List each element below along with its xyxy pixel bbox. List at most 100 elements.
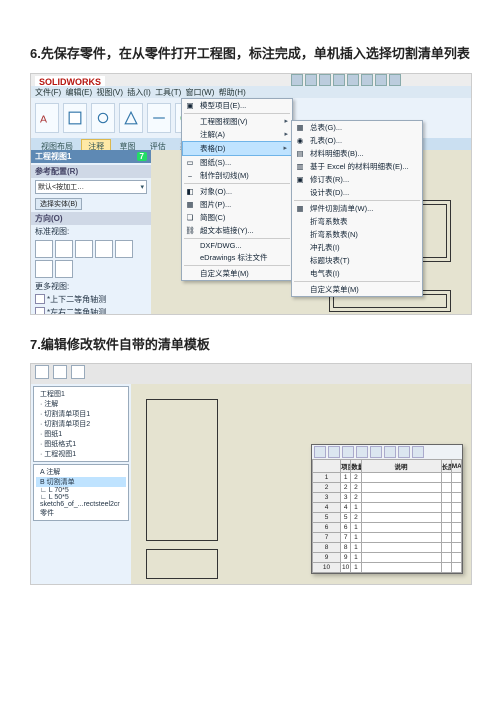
cutlist-table[interactable]: 项目号数量说明长度MATERIAL11222233244155266177188… xyxy=(312,459,462,573)
table-icon: ▦ xyxy=(294,122,306,134)
mi-object[interactable]: ◧对象(O)... xyxy=(182,185,292,198)
mi-hole-table[interactable]: ◉孔表(O)... xyxy=(292,134,422,147)
mi-titleblock-table[interactable]: 标题块表(T) xyxy=(292,254,422,267)
view-orient-btn[interactable] xyxy=(55,240,73,258)
mi-bend-table[interactable]: 折弯系数表 xyxy=(292,215,422,228)
menu-window[interactable]: 窗口(W) xyxy=(186,88,215,97)
tree-node[interactable]: 零件 xyxy=(36,508,126,518)
mi-picture[interactable]: ▦图片(P)... xyxy=(182,198,292,211)
mi-annotation[interactable]: 注解(A)▸ xyxy=(182,128,292,141)
tree-node[interactable]: · 切割清单项目2 xyxy=(36,419,126,429)
step6-heading: 6.先保存零件，在从零件打开工程图，标注完成，单机插入选择切割清单列表 xyxy=(30,40,470,69)
mi-bend-table-n[interactable]: 折弯系数表(N) xyxy=(292,228,422,241)
tree-node[interactable]: 工程图1 xyxy=(36,389,126,399)
ribbon-btn[interactable] xyxy=(147,103,171,133)
mi-bom[interactable]: ▤材料明细表(B)... xyxy=(292,147,422,160)
qat-icon[interactable] xyxy=(389,74,401,86)
mi-customize[interactable]: 自定义菜单(M) xyxy=(182,267,292,280)
feature-tree-panel: 工程图1 · 注解 · 切割清单项目1 · 切割清单项目2 · 图纸1 · 图纸… xyxy=(31,384,132,584)
tbl-btn[interactable] xyxy=(384,446,396,458)
tree-node[interactable]: · 切割清单项目1 xyxy=(36,409,126,419)
qat-icon[interactable] xyxy=(361,74,373,86)
mi-weldment-cutlist[interactable]: ▦焊件切割清单(W)... xyxy=(292,202,422,215)
tree-node[interactable]: A 注解 xyxy=(36,467,126,477)
qat-icon[interactable] xyxy=(333,74,345,86)
mi-revision-table[interactable]: ▣修订表(R)... xyxy=(292,173,422,186)
mi-edrawings[interactable]: eDrawings 标注文件 xyxy=(182,251,292,264)
mi-punch-table[interactable]: 冲孔表(I) xyxy=(292,241,422,254)
screenshot-1: SOLIDWORKS 文件(F) 编辑(E) 视图(V) 插入(I) 工具(T)… xyxy=(30,73,472,315)
tree-node[interactable]: sketch6_of_...rectsteel2cr xyxy=(36,501,126,508)
insert-menu: ▣模型项目(E)... 工程图视图(V)▸ 注解(A)▸ 表格(D)▸ ▭图纸(… xyxy=(181,98,293,281)
view-orient-btn[interactable] xyxy=(55,260,73,278)
view-orient-btn[interactable] xyxy=(115,240,133,258)
tbl-btn[interactable] xyxy=(328,446,340,458)
mi-drawing-view[interactable]: 工程图视图(V)▸ xyxy=(182,115,292,128)
tree-node[interactable]: · 图纸1 xyxy=(36,429,126,439)
toolbar xyxy=(31,364,471,384)
drawing-canvas-2[interactable]: 项目号数量说明长度MATERIAL11222233244155266177188… xyxy=(131,384,471,584)
menu-file[interactable]: 文件(F) xyxy=(35,88,61,97)
tbl-btn[interactable] xyxy=(356,446,368,458)
picture-icon: ▦ xyxy=(184,199,196,211)
ribbon-btn[interactable] xyxy=(63,103,87,133)
mi-design-table[interactable]: 设计表(D)... xyxy=(292,186,422,199)
tbl-btn[interactable] xyxy=(342,446,354,458)
feature-tree-2[interactable]: A 注解 B 切割清单 ∟ L 70*5 ∟ L 50*5 sketch6_of… xyxy=(33,464,129,521)
cutlist-table-window[interactable]: 项目号数量说明长度MATERIAL11222233244155266177188… xyxy=(311,444,463,574)
chevron-right-icon: ▸ xyxy=(283,144,287,152)
ribbon-btn[interactable]: A xyxy=(35,103,59,133)
menu-tools[interactable]: 工具(T) xyxy=(155,88,181,97)
tree-node[interactable]: · 图纸格式1 xyxy=(36,439,126,449)
tree-node-selected[interactable]: B 切割清单 xyxy=(36,477,126,487)
tree-node[interactable]: · 注解 xyxy=(36,399,126,409)
qat-icon[interactable] xyxy=(291,74,303,86)
mi-section-line[interactable]: ⎯制作剖切线(M) xyxy=(182,169,292,182)
mi-sheet[interactable]: ▭图纸(S)... xyxy=(182,156,292,169)
tbl-btn[interactable] xyxy=(398,446,410,458)
mi-general-table[interactable]: ▦总表(G)... xyxy=(292,121,422,134)
menu-edit[interactable]: 编辑(E) xyxy=(65,88,92,97)
toolbar-btn[interactable] xyxy=(71,365,85,379)
hole-icon: ◉ xyxy=(294,135,306,147)
tbl-btn[interactable] xyxy=(370,446,382,458)
view-orient-btn[interactable] xyxy=(95,240,113,258)
menu-help[interactable]: 帮助(H) xyxy=(219,88,246,97)
tree-node[interactable]: ∟ L 50*5 xyxy=(36,494,126,501)
mi-model-items[interactable]: ▣模型项目(E)... xyxy=(182,99,292,112)
ribbon-btn[interactable] xyxy=(119,103,143,133)
qat-icon[interactable] xyxy=(319,74,331,86)
toolbar-btn[interactable] xyxy=(53,365,67,379)
tree-node[interactable]: ∟ L 70*5 xyxy=(36,487,126,494)
menu-insert[interactable]: 插入(I) xyxy=(127,88,151,97)
view-orient-btn[interactable] xyxy=(75,240,93,258)
tbl-btn[interactable] xyxy=(412,446,424,458)
mi-schematic[interactable]: ❏简图(C) xyxy=(182,211,292,224)
chevron-down-icon: ▾ xyxy=(140,183,144,191)
mi-electrical-table[interactable]: 电气表(I) xyxy=(292,267,422,280)
menu-view[interactable]: 视图(V) xyxy=(96,88,123,97)
qat-icon[interactable] xyxy=(305,74,317,86)
feature-tree[interactable]: 工程图1 · 注解 · 切割清单项目1 · 切割清单项目2 · 图纸1 · 图纸… xyxy=(33,386,129,462)
mi-dxf[interactable]: DXF/DWG... xyxy=(182,240,292,251)
qat-icon[interactable] xyxy=(347,74,359,86)
mi-hyperlink[interactable]: ⛓超文本链接(Y)... xyxy=(182,224,292,237)
excel-icon: ▥ xyxy=(294,161,306,173)
table-toolbar xyxy=(312,445,462,460)
tree-node[interactable]: · 工程视图1 xyxy=(36,449,126,459)
ribbon-btn[interactable] xyxy=(91,103,115,133)
mi-customize2[interactable]: 自定义菜单(M) xyxy=(292,283,422,296)
more-view-option[interactable]: *上下二等角轴测 xyxy=(31,293,151,306)
select-bodies-button[interactable]: 选择实体(B) xyxy=(35,198,82,210)
view-orient-btn[interactable] xyxy=(35,260,53,278)
mi-excel-bom[interactable]: ▥基于 Excel 的材料明细表(E)... xyxy=(292,160,422,173)
toolbar-btn[interactable] xyxy=(35,365,49,379)
mi-tables[interactable]: 表格(D)▸ xyxy=(182,141,292,156)
more-view-option[interactable]: *左右二等角轴测 xyxy=(31,306,151,315)
tbl-btn[interactable] xyxy=(314,446,326,458)
more-view-label: *上下二等角轴测 xyxy=(47,294,106,305)
qat-icon[interactable] xyxy=(375,74,387,86)
view-orient-btn[interactable] xyxy=(35,240,53,258)
config-dropdown[interactable]: 默认<按加工… ▾ xyxy=(35,180,147,194)
section-ref-config: 参考配置(R) xyxy=(31,165,151,178)
